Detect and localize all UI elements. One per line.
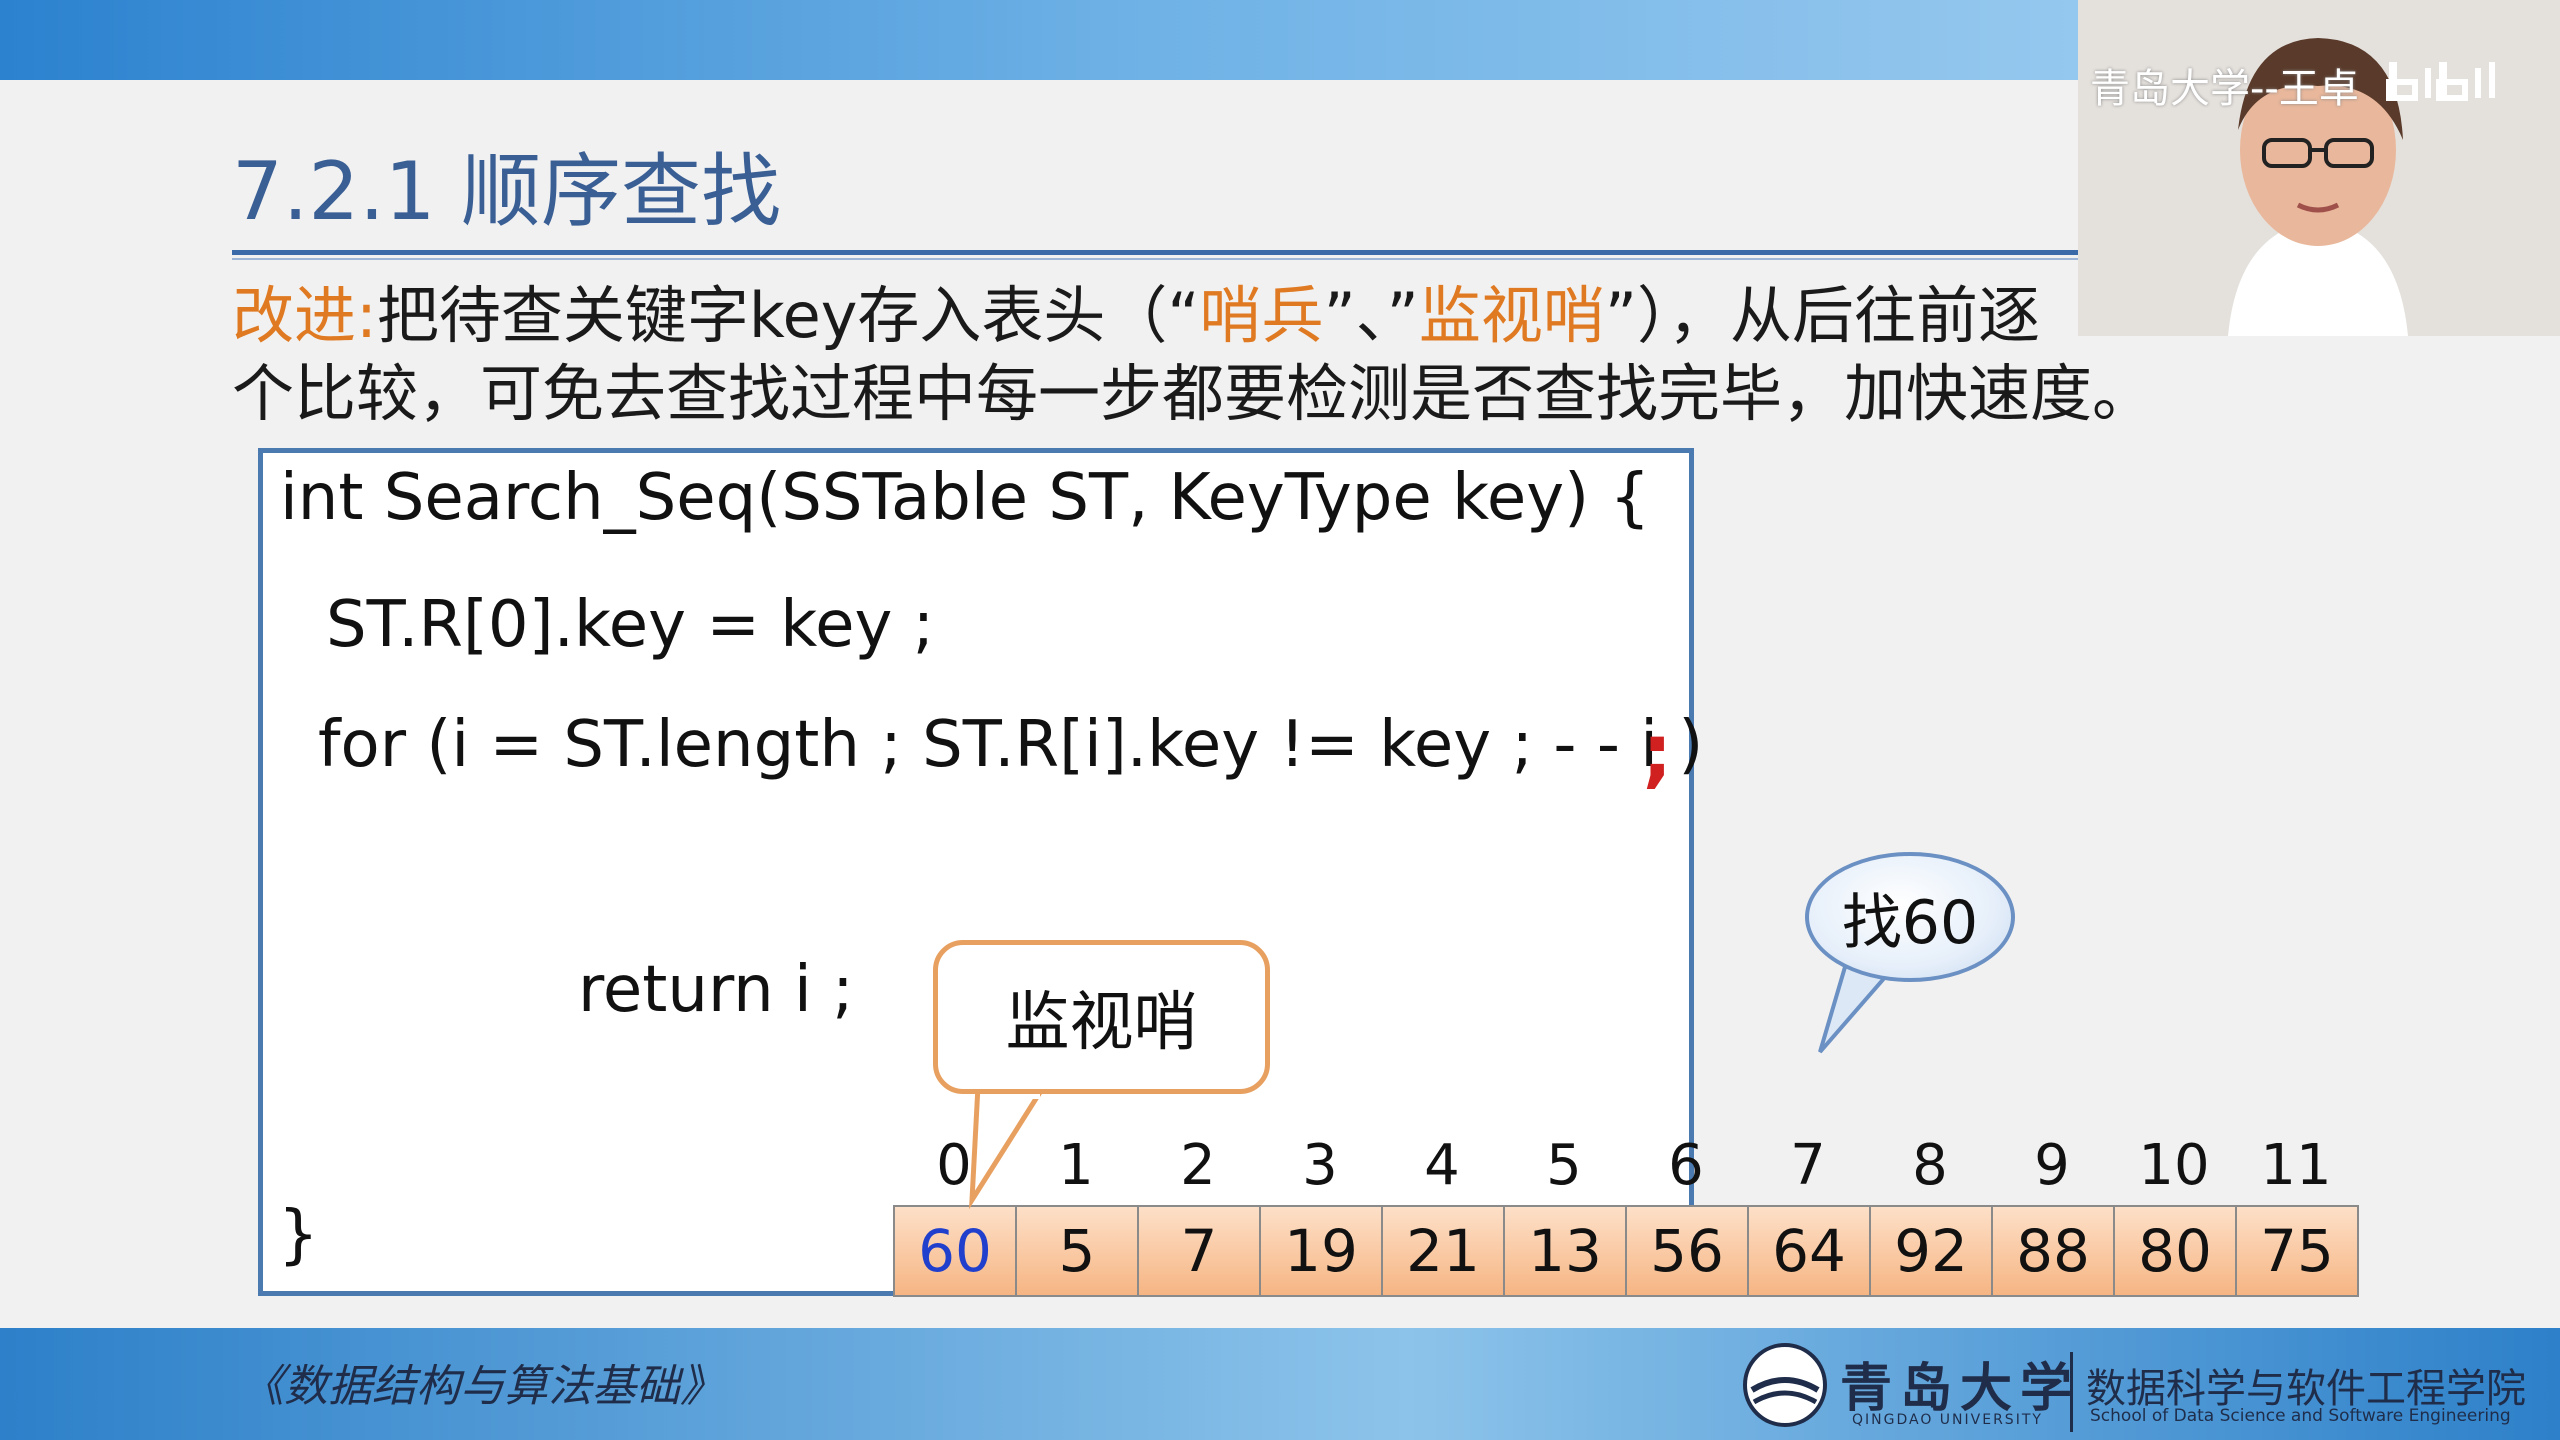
array-index-8: 8 — [1912, 1133, 1948, 1198]
array-index-6: 6 — [1668, 1133, 1704, 1198]
search-callout: 找60 — [1805, 852, 2015, 982]
slide-title: 7.2.1 顺序查找 — [232, 145, 781, 238]
red-semicolon: ; — [1642, 707, 1673, 796]
university-name-en: QINGDAO UNIVERSITY — [1852, 1412, 2043, 1428]
title-divider — [232, 250, 2080, 255]
code-line-signature: int Search_Seq(SSTable ST, KeyType key) … — [280, 461, 1651, 535]
description-line-1: 改进:把待查关键字key存入表头（“哨兵”、”监视哨”），从后往前逐 — [232, 276, 2040, 356]
monitor-term: 监视哨 — [1418, 279, 1605, 352]
array-cell-6: 56 — [1625, 1205, 1749, 1297]
description-text-a: 把待查关键字key存入表头（“ — [376, 279, 1200, 352]
title-divider-thin — [232, 258, 2080, 260]
university-logo-icon — [1743, 1343, 1827, 1427]
array-index-10: 10 — [2138, 1133, 2210, 1198]
array-index-7: 7 — [1790, 1133, 1826, 1198]
array-cell-sentinel: 60 — [893, 1205, 1017, 1297]
array-cell-3: 19 — [1259, 1205, 1383, 1297]
sentinel-callout: 监视哨 — [933, 940, 1270, 1094]
university-name: 青岛大学 — [1840, 1358, 2081, 1419]
array-cell-10: 80 — [2113, 1205, 2237, 1297]
array-index-9: 9 — [2034, 1133, 2070, 1198]
bilibili-logo-icon — [2386, 62, 2495, 101]
array-index-5: 5 — [1546, 1133, 1582, 1198]
code-line-close: } — [278, 1198, 319, 1272]
code-line-for: for (i = ST.length ; ST.R[i].key != key … — [318, 708, 1704, 782]
footer-separator — [2070, 1352, 2073, 1432]
description-line-2: 个比较，可免去查找过程中每一步都要检测是否查找完毕，加快速度。 — [232, 357, 2155, 430]
array-cell-11: 75 — [2235, 1205, 2359, 1297]
array-cell-9: 88 — [1991, 1205, 2115, 1297]
course-name: 《数据结构与算法基础》 — [240, 1361, 724, 1412]
array-cell-4: 21 — [1381, 1205, 1505, 1297]
array-index-11: 11 — [2260, 1133, 2332, 1198]
array-cell-8: 92 — [1869, 1205, 1993, 1297]
improve-label: 改进: — [232, 279, 377, 352]
school-name-en: School of Data Science and Software Engi… — [2090, 1406, 2511, 1426]
array-index-4: 4 — [1424, 1133, 1460, 1198]
array-index-3: 3 — [1302, 1133, 1338, 1198]
code-line-sentinel: ST.R[0].key = key ; — [326, 588, 935, 662]
array-cell-7: 64 — [1747, 1205, 1871, 1297]
array-index-2: 2 — [1180, 1133, 1216, 1198]
code-line-return: return i ; — [578, 953, 854, 1027]
description-text-c: ”、” — [1323, 279, 1419, 352]
sentinel-term: 哨兵 — [1199, 279, 1324, 352]
array-cell-1: 5 — [1015, 1205, 1139, 1297]
presenter-video — [2078, 0, 2560, 336]
description-text-e: ”），从后往前逐 — [1604, 279, 2040, 352]
array-cell-5: 13 — [1503, 1205, 1627, 1297]
video-watermark: 青岛大学--王卓 — [2090, 66, 2359, 112]
sentinel-callout-tail — [969, 1083, 1049, 1210]
array-cell-2: 7 — [1137, 1205, 1261, 1297]
presenter-avatar-icon — [2078, 0, 2560, 336]
